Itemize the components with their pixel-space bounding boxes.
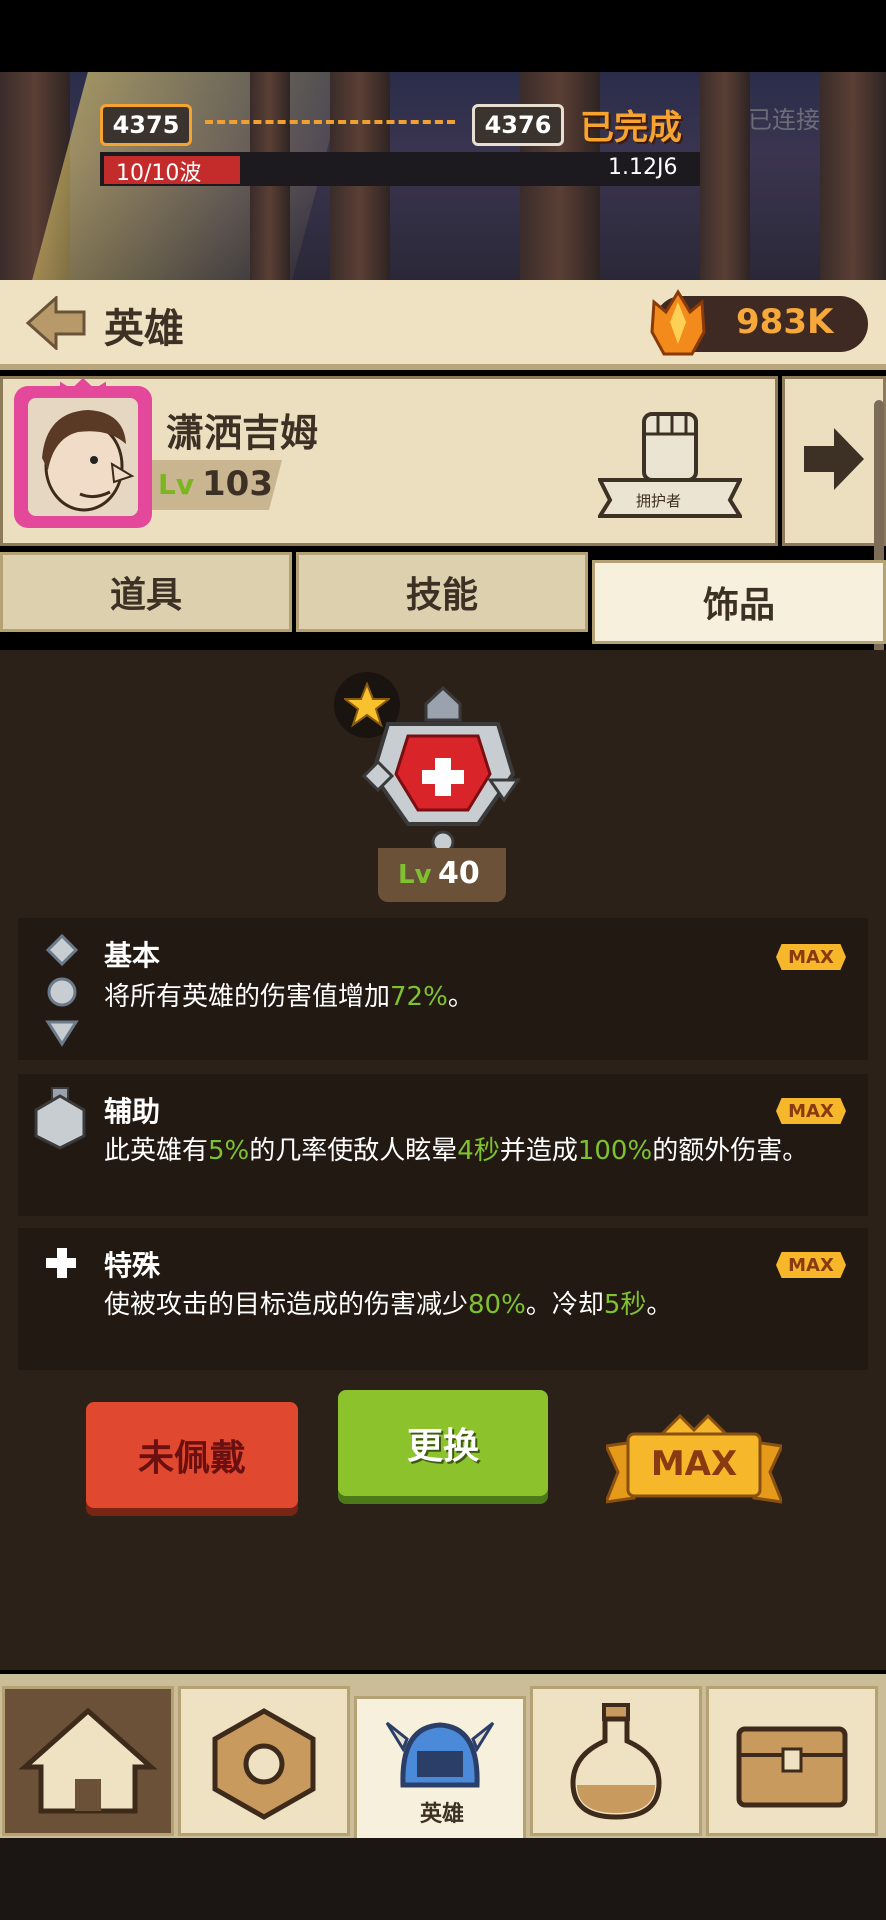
socket-diamond-circle-triangle-icon	[45, 934, 79, 1047]
current-stage-box: 4375	[100, 104, 192, 146]
plus-cross-icon	[46, 1248, 76, 1278]
max-upgrade-label: MAX	[650, 1444, 738, 1484]
dps-value: 1.12J6	[608, 155, 678, 180]
gear-nut-icon	[212, 1708, 316, 1820]
hero-helmet-icon	[385, 1721, 495, 1788]
effect-description: 使被攻击的目标造成的伤害减少80%。冷却5秒。	[104, 1290, 673, 1320]
system-nav-bar	[0, 1838, 886, 1920]
stage-progress-dashes	[205, 120, 455, 124]
max-badge: MAX	[776, 944, 846, 970]
max-badge: MAX	[776, 1098, 846, 1124]
crystal-icon	[650, 289, 706, 356]
gem-value: 983K	[736, 302, 834, 342]
hero-name: 潇洒吉姆	[166, 411, 319, 455]
page-title: 英雄	[104, 306, 184, 352]
tab-items[interactable]: 道具	[0, 552, 292, 632]
connection-status: 已连接	[748, 106, 820, 134]
effect-description: 将所有英雄的伤害值增加72%。	[104, 982, 474, 1012]
unequip-button[interactable]: 未佩戴	[86, 1402, 298, 1508]
accessory-level: 40	[438, 856, 480, 891]
effect-title: 辅助	[104, 1095, 161, 1128]
accessory-medal-icon[interactable]	[358, 684, 528, 854]
accessory-level-label: Lv	[398, 860, 432, 890]
stage-status: 已完成	[580, 108, 682, 148]
effect-title: 基本	[104, 939, 161, 972]
potion-icon	[570, 1703, 662, 1820]
change-button[interactable]: 更换	[338, 1390, 548, 1496]
nav-upgrades[interactable]	[178, 1686, 350, 1836]
back-arrow-icon[interactable]	[26, 296, 88, 350]
tab-skills[interactable]: 技能	[296, 552, 588, 632]
hero-level-label: Lv	[158, 468, 195, 501]
effect-title: 特殊	[104, 1249, 161, 1282]
next-arrow-icon[interactable]	[800, 424, 868, 494]
nav-heroes-label: 英雄	[420, 1802, 465, 1827]
hero-avatar	[28, 398, 138, 516]
next-stage-box: 4376	[472, 104, 564, 146]
nav-home[interactable]	[2, 1686, 174, 1836]
wave-text: 10/10波	[116, 161, 202, 186]
max-badge: MAX	[776, 1252, 846, 1278]
hero-role: 拥护者	[636, 492, 682, 510]
chest-icon	[736, 1726, 848, 1808]
home-icon	[18, 1707, 158, 1814]
max-upgrade-badge[interactable]: MAX	[606, 1412, 782, 1512]
nav-chest[interactable]	[706, 1686, 878, 1836]
hero-level: 103	[202, 464, 273, 504]
effect-description: 此英雄有5%的几率使敌人眩晕4秒并造成100%的额外伤害。	[104, 1136, 809, 1166]
tab-accessories[interactable]: 饰品	[592, 560, 886, 644]
socket-hexagon-icon	[34, 1087, 86, 1150]
nav-potions[interactable]	[530, 1686, 702, 1836]
